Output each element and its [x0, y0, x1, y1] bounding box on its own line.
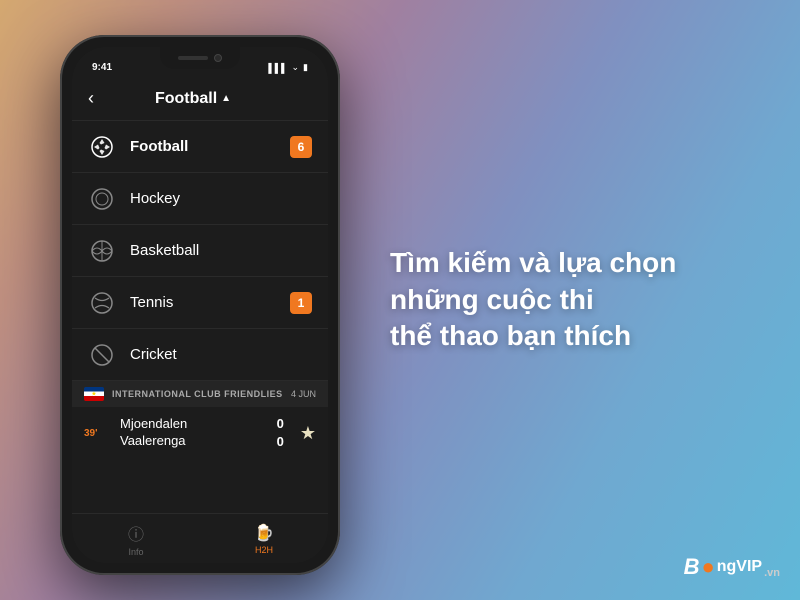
phone-screen: 9:41 ▌▌▌ ⌄ ▮ ‹ Football ▲	[72, 47, 328, 563]
match-row[interactable]: 39' Mjoendalen Vaalerenga 0 0 ★	[72, 407, 328, 459]
tab-h2h[interactable]: 🍺 H2H	[200, 523, 328, 555]
sport-item-tennis[interactable]: Tennis 1	[72, 277, 328, 329]
sport-item-football[interactable]: Football 6	[72, 121, 328, 173]
league-header: INTERNATIONAL CLUB FRIENDLIES 4 JUN	[72, 381, 328, 407]
promo-line3: thể thao bạn thích	[390, 318, 676, 354]
team1-name: Mjoendalen	[120, 416, 269, 431]
notch-camera	[214, 54, 222, 62]
hockey-icon	[88, 185, 116, 213]
bongvip-logo: B ● ngVIP .vn	[684, 554, 780, 580]
basketball-icon	[88, 237, 116, 265]
cricket-label: Cricket	[130, 346, 312, 363]
sport-list: Football 6 Hockey	[72, 121, 328, 513]
basketball-label: Basketball	[130, 242, 312, 259]
phone-notch	[160, 47, 240, 69]
sport-item-cricket[interactable]: Cricket	[72, 329, 328, 381]
battery-icon: ▮	[303, 62, 308, 73]
status-time: 9:41	[92, 62, 112, 73]
h2h-tab-icon: 🍺	[254, 523, 274, 543]
sport-item-basketball[interactable]: Basketball	[72, 225, 328, 277]
app-header: ‹ Football ▲	[72, 77, 328, 121]
info-tab-icon: ⓘ	[128, 521, 144, 545]
logo-b-icon: B	[684, 554, 700, 580]
match-teams: Mjoendalen Vaalerenga	[120, 416, 269, 450]
match-time: 39'	[84, 428, 112, 439]
score1: 0	[277, 415, 284, 433]
league-flag	[84, 387, 104, 401]
info-tab-label: Info	[128, 547, 143, 557]
phone-device: 9:41 ▌▌▌ ⌄ ▮ ‹ Football ▲	[60, 35, 340, 575]
team2-name: Vaalerenga	[120, 433, 269, 448]
h2h-tab-label: H2H	[255, 545, 273, 555]
match-scores: 0 0	[277, 415, 284, 451]
promo-line1: Tìm kiếm và lựa chọn	[390, 245, 676, 281]
sport-item-hockey[interactable]: Hockey	[72, 173, 328, 225]
logo-text: ngVIP	[717, 558, 762, 576]
tab-bar: ⓘ Info 🍺 H2H	[72, 513, 328, 563]
phone-wrapper: 9:41 ▌▌▌ ⌄ ▮ ‹ Football ▲	[60, 35, 340, 575]
cricket-icon	[88, 341, 116, 369]
back-button[interactable]: ‹	[88, 88, 94, 109]
logo-suffix: .vn	[764, 567, 780, 579]
promo-line2: những cuộc thi	[390, 282, 676, 318]
header-dropdown-arrow[interactable]: ▲	[221, 93, 231, 104]
tennis-icon	[88, 289, 116, 317]
tennis-badge: 1	[290, 292, 312, 314]
header-title-text: Football	[155, 90, 217, 108]
notch-speaker	[178, 56, 208, 60]
signal-icon: ▌▌▌	[268, 63, 287, 73]
league-date: 4 JUN	[291, 389, 316, 399]
status-icons: ▌▌▌ ⌄ ▮	[268, 62, 308, 73]
promo-text-block: Tìm kiếm và lựa chọn những cuộc thi thể …	[390, 245, 676, 354]
league-name: INTERNATIONAL CLUB FRIENDLIES	[112, 389, 283, 399]
favorite-star[interactable]: ★	[300, 423, 316, 444]
match-section: INTERNATIONAL CLUB FRIENDLIES 4 JUN 39' …	[72, 381, 328, 459]
tab-info[interactable]: ⓘ Info	[72, 521, 200, 557]
score2: 0	[277, 433, 284, 451]
football-badge: 6	[290, 136, 312, 158]
header-title-group: Football ▲	[155, 90, 231, 108]
tennis-label: Tennis	[130, 294, 290, 311]
hockey-label: Hockey	[130, 190, 312, 207]
wifi-icon: ⌄	[292, 62, 300, 73]
football-icon	[88, 133, 116, 161]
logo-dot-icon: ●	[701, 554, 714, 580]
football-label: Football	[130, 138, 290, 155]
